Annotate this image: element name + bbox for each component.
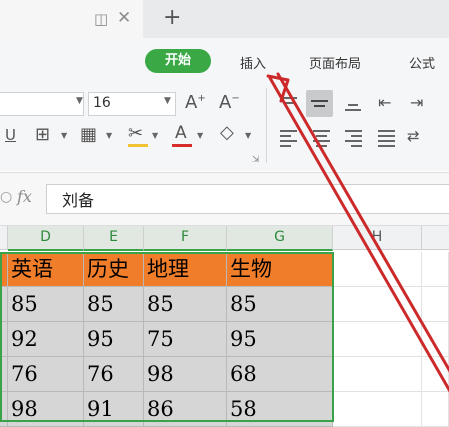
annotation-arrow-icon [266,72,449,393]
